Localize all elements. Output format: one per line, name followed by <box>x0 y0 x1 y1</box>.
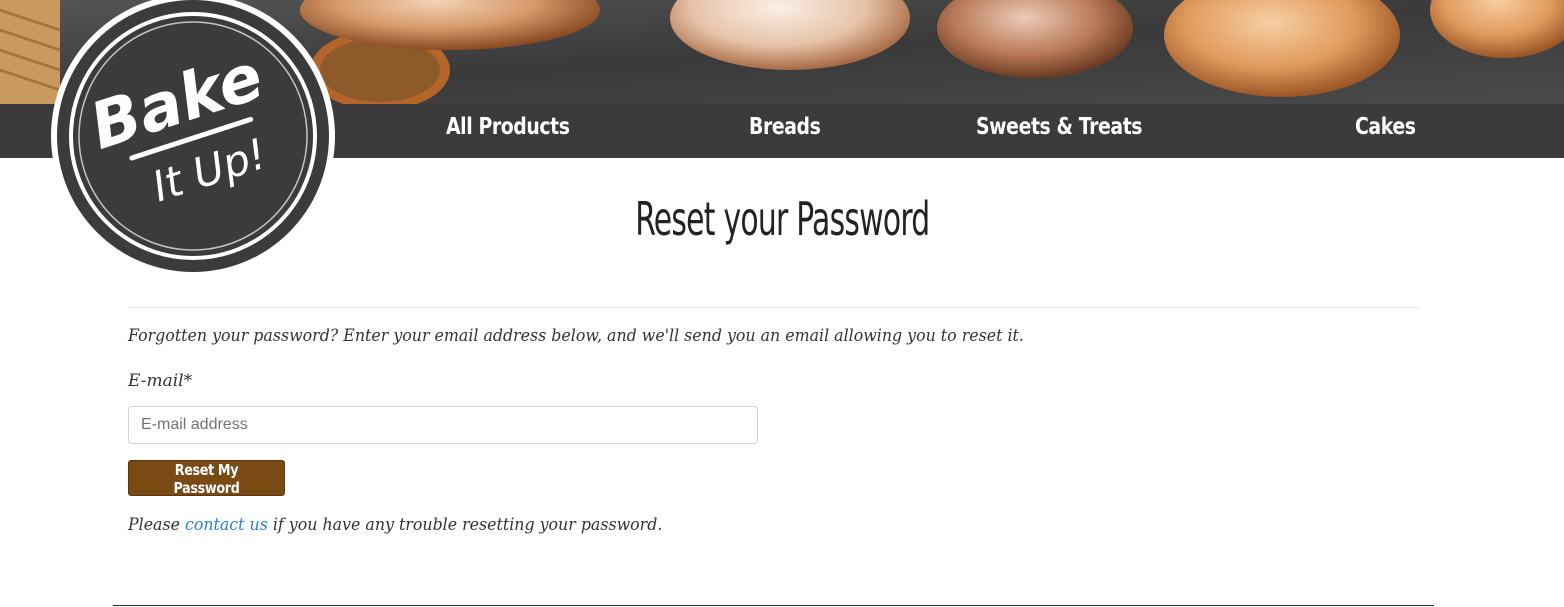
email-label: E-mail* <box>128 371 193 391</box>
intro-text: Forgotten your password? Enter your emai… <box>128 326 1024 346</box>
help-prefix: Please <box>128 515 185 535</box>
help-suffix: if you have any trouble resetting your p… <box>267 515 663 535</box>
page-title-text: Reset your Password <box>634 192 930 246</box>
title-divider <box>128 307 1419 308</box>
nav-link-all-products[interactable]: All Products <box>446 114 570 140</box>
page-title: Reset your Password <box>0 192 1564 246</box>
contact-us-link[interactable]: contact us <box>185 515 268 535</box>
nav-link-cakes[interactable]: Cakes <box>1355 114 1416 140</box>
reset-password-button-label: Reset My Password <box>173 461 240 497</box>
help-text: Please contact us if you have any troubl… <box>128 515 662 535</box>
nav-link-breads[interactable]: Breads <box>749 114 821 140</box>
nav-link-sweets-treats[interactable]: Sweets & Treats <box>976 114 1143 140</box>
reset-password-button[interactable]: Reset My Password <box>128 460 285 497</box>
footer-divider <box>113 605 1434 606</box>
email-input[interactable] <box>128 406 758 444</box>
